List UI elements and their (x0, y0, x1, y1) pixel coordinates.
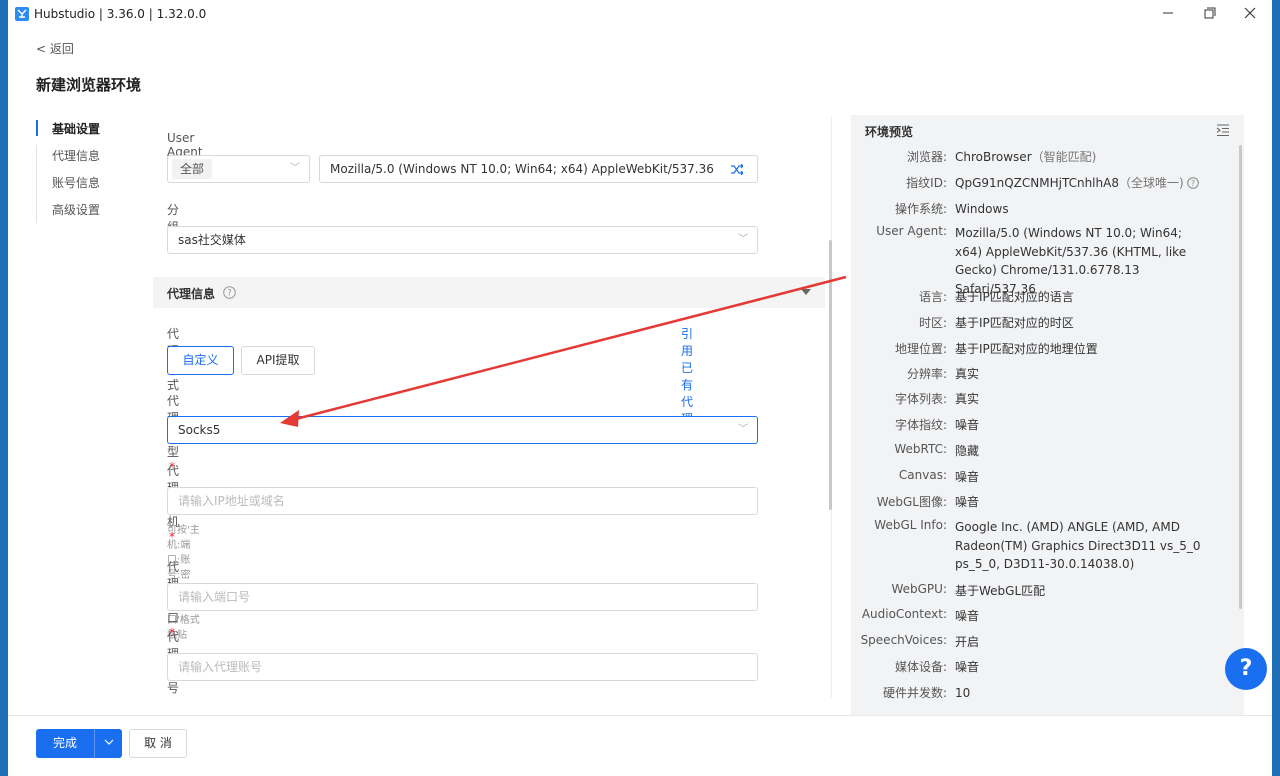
app-window: Hubstudio | 3.36.0 | 1.32.0.0 < 返回 新建浏览器… (8, 0, 1272, 776)
annotation-arrow-line (291, 275, 847, 422)
annotation-arrow (280, 275, 847, 427)
annotation-arrow-head (280, 410, 299, 427)
